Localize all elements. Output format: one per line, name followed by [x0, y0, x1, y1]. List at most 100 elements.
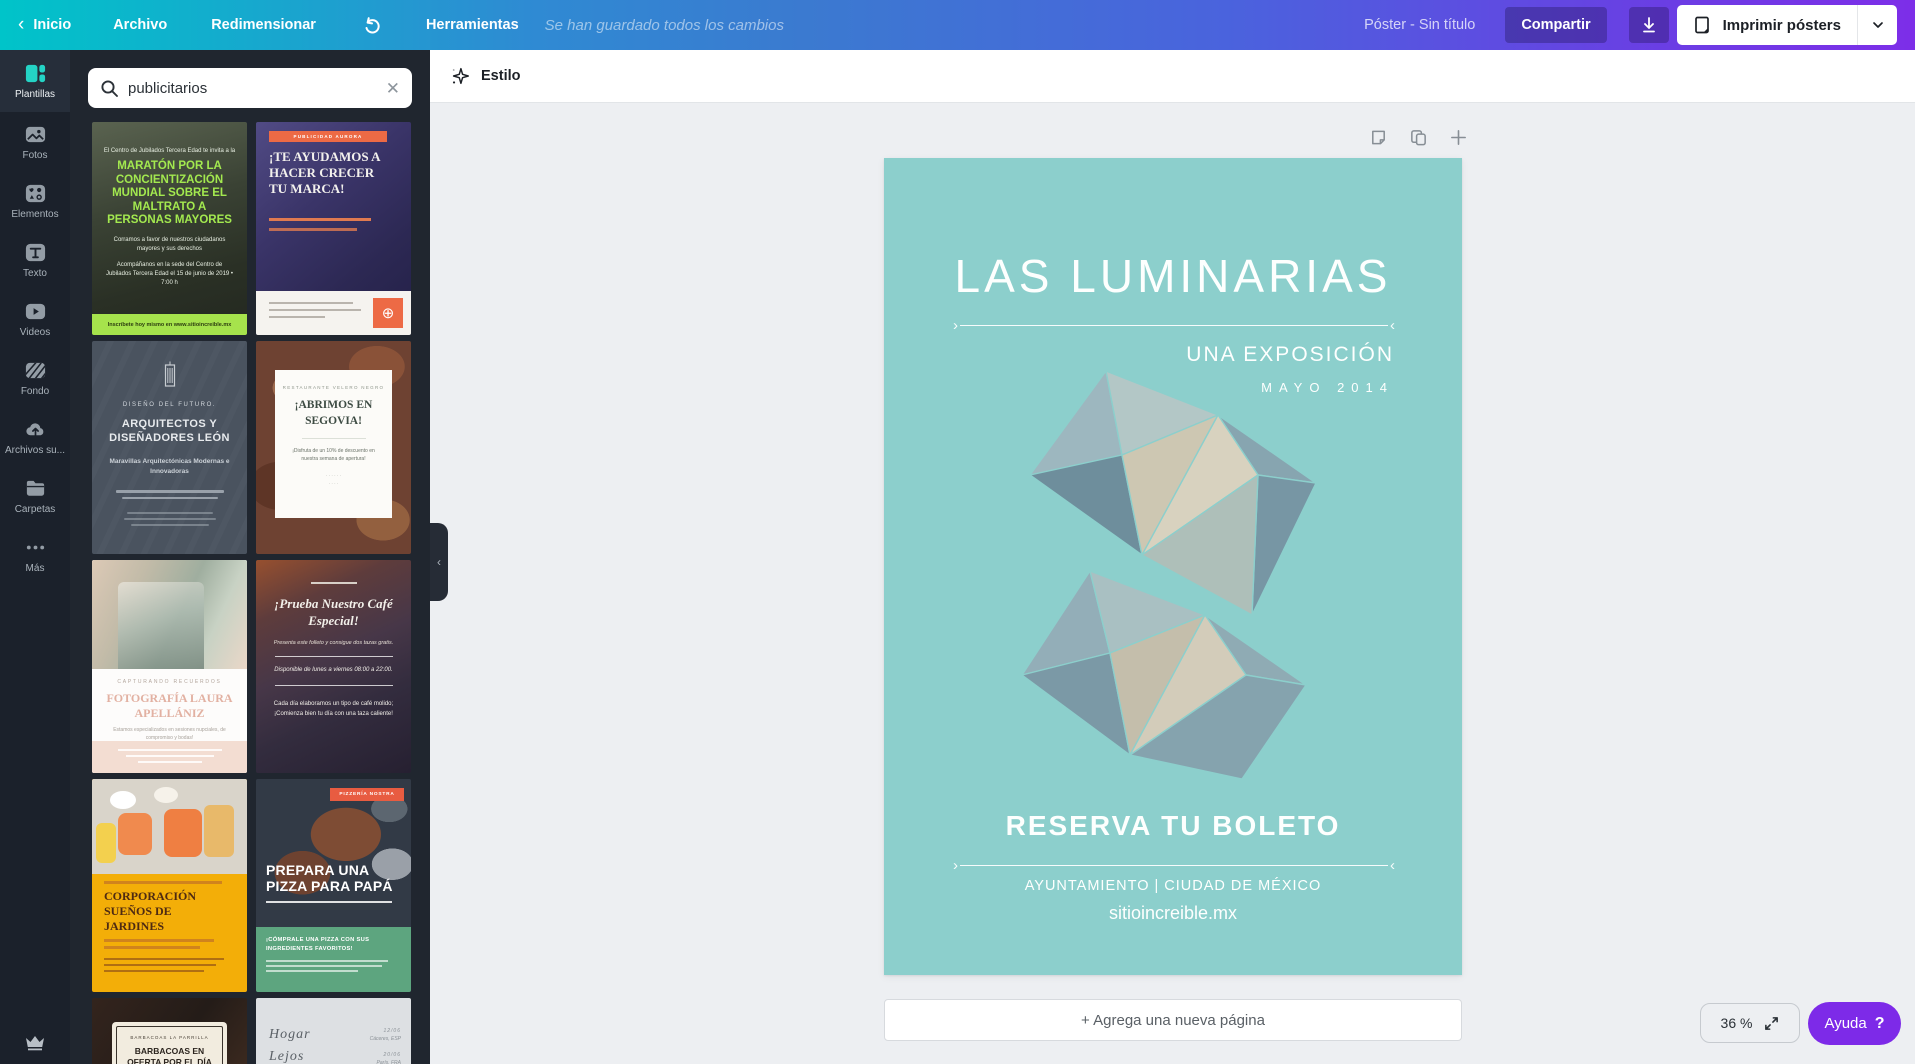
pro-crown-icon[interactable] — [0, 1034, 70, 1052]
fullscreen-expand-icon[interactable] — [1764, 1016, 1779, 1031]
template-footer: Inscríbete hoy mismo en www.sitioincreib… — [92, 314, 247, 335]
sidebar-label: Fondo — [21, 386, 49, 397]
poster-divider-bottom: ›‹ — [953, 858, 1395, 873]
home-button[interactable]: ‹ Inicio — [18, 16, 71, 35]
template-title: BARBACOAS EN OFERTA POR EL DÍA DEL PADRE — [112, 1046, 227, 1064]
sidebar-item-fondo[interactable]: Fondo — [0, 348, 70, 407]
chevron-down-icon — [1872, 19, 1884, 31]
template-results-grid: El Centro de Jubilados Tercera Edad te i… — [92, 122, 411, 1064]
sidebar-item-carpetas[interactable]: Carpetas — [0, 466, 70, 525]
add-notes-button[interactable] — [1366, 125, 1390, 149]
share-button[interactable]: Compartir — [1505, 7, 1606, 43]
print-posters-label: Imprimir pósters — [1723, 17, 1841, 34]
template-title: FOTOGRAFÍA LAURA APELLÁNIZ — [92, 691, 247, 721]
sidebar-rail: Plantillas Fotos Elementos Texto Videos … — [0, 50, 70, 1064]
sidebar-item-videos[interactable]: Videos — [0, 289, 70, 348]
plus-icon — [1449, 128, 1468, 147]
template-thumbnail-marca[interactable]: PUBLICIDAD AURORA ¡TE AYUDAMOS A HACER C… — [256, 122, 411, 335]
poster-page[interactable]: LAS LUMINARIAS ›‹ UNA EXPOSICIÓN MAYO 20… — [884, 158, 1462, 975]
template-photo — [92, 560, 247, 669]
template-thumbnail-pizza[interactable]: PIZZERÍA NOSTRA PREPARA UNA PIZZA PARA P… — [256, 779, 411, 992]
template-title: ARQUITECTOS Y DISEÑADORES LEÓN — [92, 417, 247, 446]
search-input[interactable] — [128, 80, 377, 97]
sidebar-item-archivos-subidos[interactable]: Archivos su... — [0, 407, 70, 466]
canva-editor: ‹ Inicio Archivo Redimensionar Herramien… — [0, 0, 1915, 1064]
undo-icon[interactable] — [362, 15, 382, 35]
add-new-page-button[interactable]: + Agrega una nueva página — [884, 999, 1462, 1041]
top-bar: ‹ Inicio Archivo Redimensionar Herramien… — [0, 0, 1915, 50]
help-button[interactable]: Ayuda ? — [1808, 1002, 1901, 1045]
uploads-cloud-icon — [24, 418, 47, 441]
template-text: Cada día elaboramos un tipo de café moli… — [256, 700, 411, 720]
template-thumbnail-arquitectos[interactable]: DISEÑO DEL FUTURO. ARQUITECTOS Y DISEÑAD… — [92, 341, 247, 554]
menu-herramientas[interactable]: Herramientas — [426, 17, 519, 33]
template-topline: RESTAURANTE VELERO NEGRO — [275, 385, 392, 390]
download-button[interactable] — [1629, 7, 1669, 43]
search-icon — [100, 79, 119, 98]
templates-icon — [24, 62, 47, 85]
sidebar-item-mas[interactable]: Más — [0, 525, 70, 584]
style-sparkle-icon — [449, 65, 471, 87]
templates-panel: ✕ El Centro de Jubilados Tercera Edad te… — [70, 50, 430, 1064]
background-icon — [24, 359, 47, 382]
poster-organizer[interactable]: AYUNTAMIENTO | CIUDAD DE MÉXICO — [884, 878, 1462, 894]
page-actions — [1366, 125, 1470, 149]
menu-redimensionar[interactable]: Redimensionar — [211, 17, 316, 33]
template-badge: PIZZERÍA NOSTRA — [330, 788, 404, 801]
notes-icon — [1369, 128, 1388, 147]
template-thumbnail-maraton[interactable]: El Centro de Jubilados Tercera Edad te i… — [92, 122, 247, 335]
sidebar-label: Más — [26, 563, 45, 574]
sidebar-item-texto[interactable]: Texto — [0, 230, 70, 289]
folders-icon — [24, 477, 47, 500]
document-title[interactable]: Póster - Sin título — [1364, 17, 1475, 33]
help-question-mark: ? — [1875, 1015, 1885, 1033]
menu-archivo[interactable]: Archivo — [113, 17, 167, 33]
sidebar-label: Texto — [23, 268, 47, 279]
template-topline: BARBACOAS LA PARRILLA — [112, 1035, 227, 1040]
print-options-caret[interactable] — [1857, 5, 1897, 45]
sidebar-item-elementos[interactable]: Elementos — [0, 171, 70, 230]
duplicate-icon — [1409, 128, 1428, 147]
poster-cta[interactable]: RESERVA TU BOLETO — [884, 810, 1462, 842]
sidebar-label: Plantillas — [15, 89, 55, 100]
template-thumbnail-fotografia[interactable]: CAPTURANDO RECUERDOS FOTOGRAFÍA LAURA AP… — [92, 560, 247, 773]
template-photo — [92, 779, 247, 874]
template-thumbnail-segovia[interactable]: RESTAURANTE VELERO NEGRO ¡ABRIMOS EN SEG… — [256, 341, 411, 554]
template-thumbnail-jardines[interactable]: CORPORACIÓN SUEÑOS DE JARDINES — [92, 779, 247, 992]
duplicate-page-button[interactable] — [1406, 125, 1430, 149]
add-page-icon-button[interactable] — [1446, 125, 1470, 149]
sidebar-item-plantillas[interactable]: Plantillas — [0, 50, 70, 112]
building-icon — [162, 361, 178, 387]
zoom-level: 36 % — [1721, 1015, 1753, 1031]
template-thumbnail-cafe[interactable]: ¡Prueba Nuestro Café Especial! Presenta … — [256, 560, 411, 773]
template-title: Hogar Lejos — [269, 1024, 311, 1064]
print-posters-button[interactable]: Imprimir pósters — [1677, 5, 1857, 45]
videos-icon — [24, 300, 47, 323]
style-button[interactable]: Estilo — [481, 68, 520, 84]
sidebar-item-fotos[interactable]: Fotos — [0, 112, 70, 171]
clear-search-icon[interactable]: ✕ — [386, 80, 400, 97]
template-title: ¡TE AYUDAMOS A HACER CRECER TU MARCA! — [269, 149, 395, 197]
template-title: MARATÓN POR LA CONCIENTIZACIÓN MUNDIAL S… — [92, 154, 247, 228]
octahedron-artwork[interactable] — [1020, 363, 1332, 781]
more-dots-icon — [24, 536, 47, 559]
search-bar[interactable]: ✕ — [88, 68, 412, 108]
chevron-left-icon: ‹ — [437, 555, 441, 569]
template-thumbnail-hogar[interactable]: Hogar Lejos 12/06 Cáceres, ESP 20/06 Par… — [256, 998, 411, 1064]
zoom-control[interactable]: 36 % — [1700, 1003, 1800, 1043]
template-text: El Centro de Jubilados Tercera Edad te i… — [92, 122, 247, 154]
template-title: ¡Prueba Nuestro Café Especial! — [256, 596, 411, 630]
text-icon — [24, 241, 47, 264]
poster-title[interactable]: LAS LUMINARIAS — [884, 249, 1462, 303]
sidebar-label: Elementos — [11, 209, 58, 220]
sidebar-label: Archivos su... — [5, 445, 65, 456]
template-text: Disponible de lunes a viernes 08:00 a 22… — [256, 666, 411, 676]
template-thumbnail-barbacoas[interactable]: BARBACOAS LA PARRILLA BARBACOAS EN OFERT… — [92, 998, 247, 1064]
template-text: Corramos a favor de nuestros ciudadanos … — [92, 228, 247, 254]
collapse-panel-button[interactable]: ‹ — [430, 523, 448, 601]
template-text: Acompáñanos en la sede del Centro de Jub… — [92, 254, 247, 288]
template-topline: CAPTURANDO RECUERDOS — [92, 679, 247, 685]
home-label: Inicio — [33, 17, 71, 33]
poster-website[interactable]: sitioincreible.mx — [884, 903, 1462, 924]
sidebar-label: Videos — [20, 327, 50, 338]
